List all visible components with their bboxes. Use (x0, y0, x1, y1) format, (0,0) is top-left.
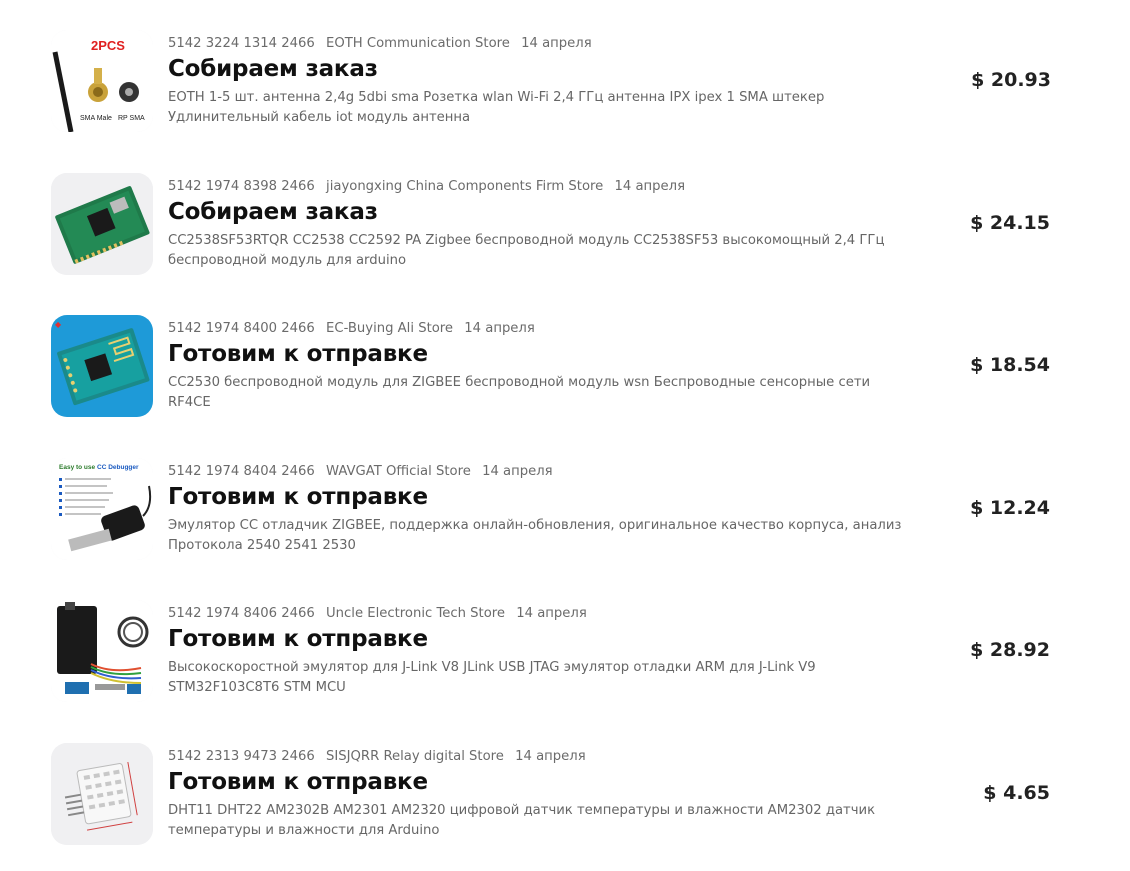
product-image-cc2530-module[interactable]: ◆ (51, 315, 153, 417)
product-image-dht-sensor[interactable] (51, 743, 153, 845)
order-price: $ 18.54 (970, 354, 1050, 376)
order-date: 14 апреля (515, 749, 586, 764)
order-number: 5142 1974 8404 2466 (168, 464, 315, 479)
store-name[interactable]: WAVGAT Official Store (326, 464, 471, 479)
order-number: 5142 3224 1314 2466 (168, 36, 315, 51)
order-number: 5142 2313 9473 2466 (168, 749, 315, 764)
svg-text:RP SMA: RP SMA (118, 115, 145, 122)
order-price: $ 4.65 (983, 782, 1050, 804)
store-name[interactable]: jiayongxing China Components Firm Store (326, 179, 603, 194)
product-description[interactable]: CC2538SF53RTQR CC2538 CC2592 PA Zigbee б… (168, 231, 908, 271)
order-meta: 5142 2313 9473 2466 SISJQRR Relay digita… (168, 749, 593, 764)
order-date: 14 апреля (516, 606, 587, 621)
order-date: 14 апреля (521, 36, 592, 51)
order-meta: 5142 1974 8406 2466 Uncle Electronic Tec… (168, 606, 594, 621)
order-item[interactable]: 5142 1974 8398 2466 jiayongxing China Co… (0, 173, 1130, 283)
product-image-zigbee-module[interactable] (51, 173, 153, 275)
product-description[interactable]: DHT11 DHT22 AM2302B AM2301 AM2320 цифров… (168, 801, 908, 841)
order-meta: 5142 3224 1314 2466 EOTH Communication S… (168, 36, 599, 51)
svg-text:CC Debugger: CC Debugger (97, 464, 139, 471)
order-date: 14 апреля (614, 179, 686, 194)
order-status: Готовим к отправке (168, 626, 428, 652)
order-meta: 5142 1974 8398 2466 jiayongxing China Co… (168, 179, 692, 194)
product-image-antenna[interactable]: 2PCS SMA Male RP SMA (51, 30, 153, 132)
order-status: Собираем заказ (168, 56, 378, 82)
order-item[interactable]: 2PCS SMA Male RP SMA 5142 3224 1314 2466… (0, 30, 1130, 140)
product-description[interactable]: EOTH 1-5 шт. антенна 2,4g 5dbi sma Розет… (168, 88, 908, 128)
product-image-jlink-emulator[interactable] (51, 600, 153, 702)
svg-text:2PCS: 2PCS (91, 38, 125, 53)
order-status: Готовим к отправке (168, 769, 428, 795)
product-description[interactable]: CC2530 беспроводной модуль для ZIGBEE бе… (168, 373, 908, 413)
store-name[interactable]: EC-Buying Ali Store (326, 321, 453, 336)
product-description[interactable]: Эмулятор CC отладчик ZIGBEE, поддержка о… (168, 516, 908, 556)
order-meta: 5142 1974 8400 2466 EC-Buying Ali Store … (168, 321, 542, 336)
order-item[interactable]: ◆ 5142 1974 8400 2466 EC-Buying Ali Stor… (0, 315, 1130, 425)
order-number: 5142 1974 8400 2466 (168, 321, 315, 336)
order-price: $ 24.15 (970, 212, 1050, 234)
product-image-cc-debugger[interactable]: Easy to use CC Debugger (51, 458, 153, 560)
store-name[interactable]: SISJQRR Relay digital Store (326, 749, 504, 764)
store-name[interactable]: EOTH Communication Store (326, 36, 510, 51)
svg-text:Easy to use: Easy to use (59, 464, 96, 471)
product-description[interactable]: Высокоскоростной эмулятор для J-Link V8 … (168, 658, 908, 698)
order-status: Готовим к отправке (168, 484, 428, 510)
order-number: 5142 1974 8406 2466 (168, 606, 315, 621)
order-price: $ 20.93 (971, 69, 1051, 91)
order-item[interactable]: 5142 1974 8406 2466 Uncle Electronic Tec… (0, 600, 1130, 710)
order-item[interactable]: 5142 2313 9473 2466 SISJQRR Relay digita… (0, 743, 1130, 853)
order-item[interactable]: Easy to use CC Debugger 5142 1974 8404 2… (0, 458, 1130, 568)
order-status: Готовим к отправке (168, 341, 428, 367)
order-price: $ 28.92 (970, 639, 1050, 661)
svg-text:SMA Male: SMA Male (80, 115, 112, 122)
order-number: 5142 1974 8398 2466 (168, 179, 315, 194)
order-meta: 5142 1974 8404 2466 WAVGAT Official Stor… (168, 464, 560, 479)
order-date: 14 апреля (464, 321, 535, 336)
order-date: 14 апреля (482, 464, 553, 479)
order-price: $ 12.24 (970, 497, 1050, 519)
order-status: Собираем заказ (168, 199, 378, 225)
svg-text:◆: ◆ (55, 320, 62, 329)
store-name[interactable]: Uncle Electronic Tech Store (326, 606, 505, 621)
